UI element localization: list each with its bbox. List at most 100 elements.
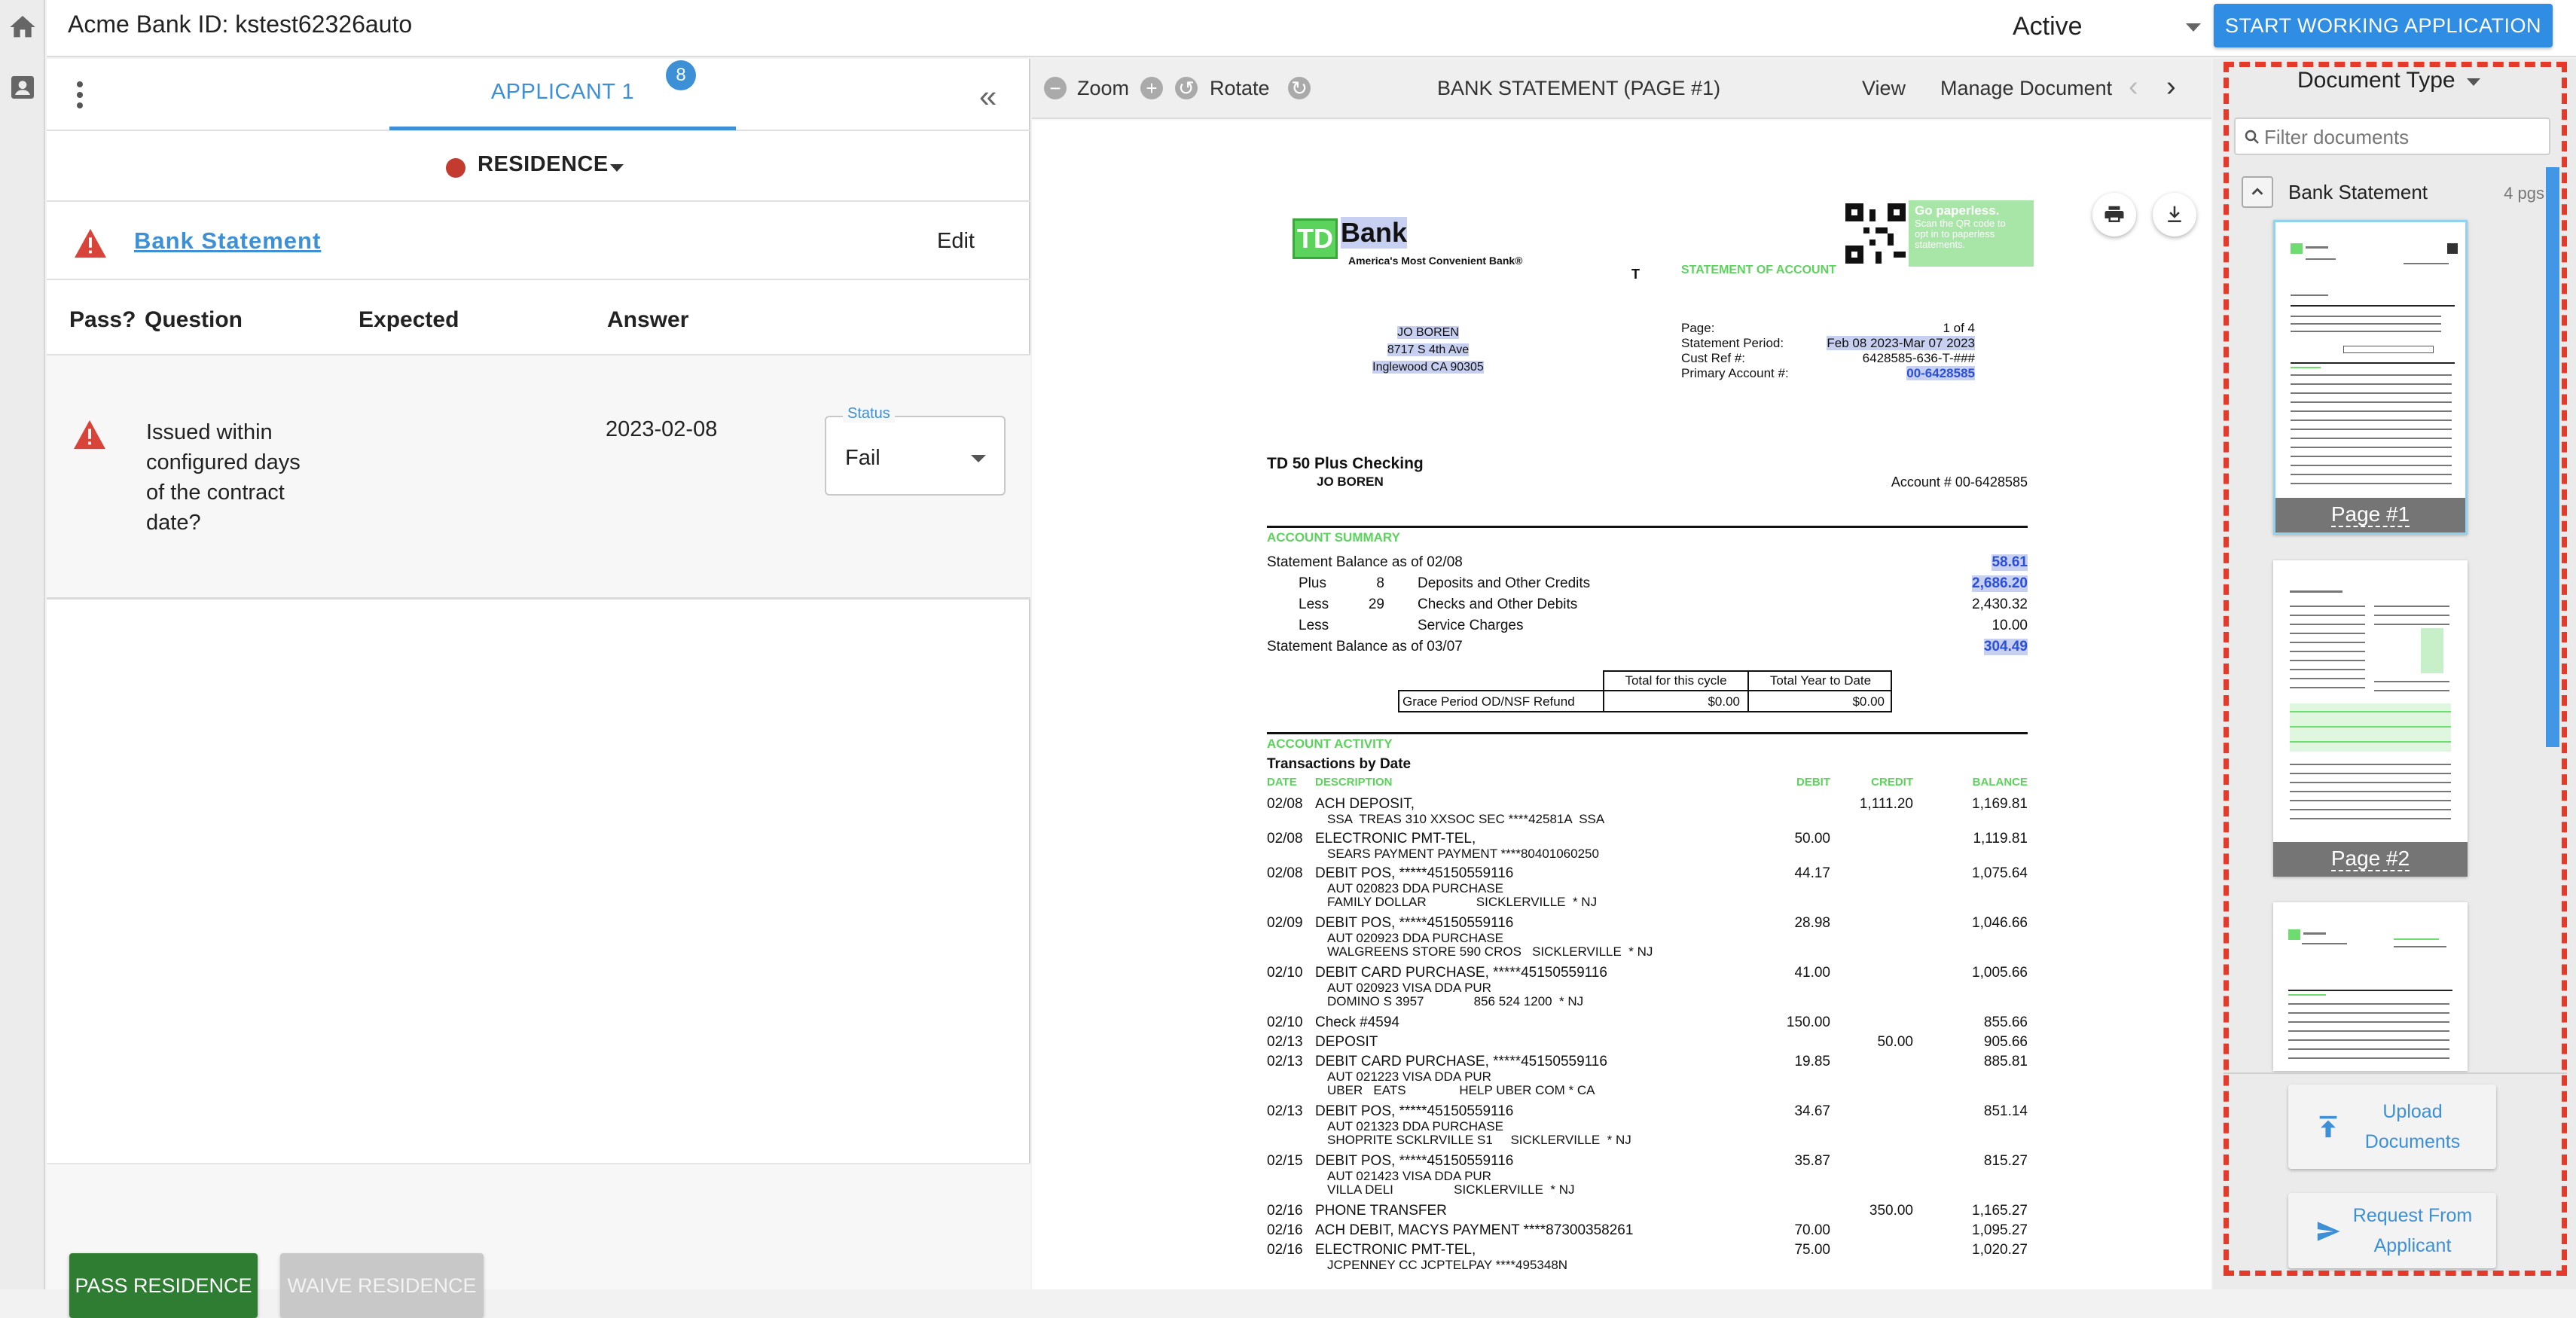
filter-documents-input[interactable] xyxy=(2263,124,2541,151)
question-text: Issued within configured days of the con… xyxy=(146,420,301,535)
document-type-select[interactable]: Document Type xyxy=(2297,68,2455,93)
zoom-in-icon[interactable]: + xyxy=(1140,77,1163,99)
transaction-date: 02/16 xyxy=(1267,1203,1303,1219)
transaction-description: DEBIT POS, *****45150559116 xyxy=(1315,915,1514,931)
transaction-date: 02/08 xyxy=(1267,865,1303,881)
zoom-out-icon[interactable]: − xyxy=(1044,77,1067,99)
next-page-icon[interactable]: › xyxy=(2166,71,2176,103)
rotate-left-icon[interactable]: ↺ xyxy=(1175,77,1198,99)
pass-residence-button[interactable]: PASS RESIDENCE xyxy=(69,1253,258,1318)
bank-statement-link[interactable]: Bank Statement xyxy=(134,227,321,255)
category-selector[interactable]: RESIDENCE xyxy=(47,131,1030,202)
grace-col-cycle: Total for this cycle xyxy=(1625,673,1727,688)
grace-cycle-value: $0.00 xyxy=(1708,694,1740,709)
filter-documents-field[interactable] xyxy=(2234,117,2550,155)
page-thumbnail-1[interactable]: Page #1 xyxy=(2273,220,2468,535)
home-icon[interactable] xyxy=(8,12,38,42)
previous-page-icon[interactable]: ‹ xyxy=(2129,71,2138,103)
summary-kind: Plus xyxy=(1299,575,1326,591)
transaction-detail: SSA TREAS 310 XXSOC SEC ****42581A SSA xyxy=(1327,812,1605,826)
chevron-up-icon[interactable] xyxy=(2242,176,2273,208)
meta-value: 00-6428585 xyxy=(1906,366,1975,380)
page-thumbnail-2[interactable]: Page #2 xyxy=(2273,560,2468,877)
summary-count: 29 xyxy=(1368,596,1384,612)
transaction-description: DEBIT POS, *****45150559116 xyxy=(1315,1153,1514,1169)
upload-documents-button[interactable]: Upload Documents xyxy=(2288,1085,2496,1169)
transaction-balance: 1,165.27 xyxy=(1972,1203,2028,1219)
page-thumbnail-3[interactable] xyxy=(2273,902,2468,1071)
transaction-balance: 1,119.81 xyxy=(1973,831,2028,847)
summary-row: Statement Balance as of 02/08 58.61 xyxy=(1267,554,2028,572)
transaction-detail: UBER EATS HELP UBER COM * CA xyxy=(1327,1083,1595,1097)
start-working-application-button[interactable]: START WORKING APPLICATION xyxy=(2214,4,2553,47)
question-table-header: Pass? Question Expected Answer xyxy=(47,280,1030,355)
transaction-debit: 70.00 xyxy=(1794,1222,1830,1238)
active-tab-indicator xyxy=(389,127,736,130)
summary-value: 58.61 xyxy=(1992,554,2028,571)
transaction-description: PHONE TRANSFER xyxy=(1315,1203,1447,1219)
grace-label: Grace Period OD/NSF Refund xyxy=(1402,694,1575,709)
transaction-debit: 34.67 xyxy=(1794,1103,1830,1119)
table-row: Issued within configured days of the con… xyxy=(47,355,1030,600)
page-label: Page #2 xyxy=(2330,847,2410,871)
action-bar: PASS RESIDENCE WAIVE RESIDENCE xyxy=(47,1163,1030,1318)
bank-name: Bank xyxy=(1341,217,1408,249)
transaction-description: ACH DEPOSIT, xyxy=(1315,796,1415,812)
bank-tagline: America's Most Convenient Bank® xyxy=(1348,255,1523,267)
warning-icon xyxy=(73,227,108,259)
application-title: Acme Bank ID: kstest62326auto xyxy=(68,11,413,38)
column-header-pass: Pass? xyxy=(69,307,136,332)
meta-label: Page: xyxy=(1681,321,1715,335)
meta-value: 1 of 4 xyxy=(1943,321,1975,335)
collapse-panel-icon[interactable]: « xyxy=(979,81,997,112)
more-options-icon[interactable] xyxy=(75,81,84,111)
edit-button[interactable]: Edit xyxy=(937,229,975,254)
transaction-debit: 50.00 xyxy=(1794,831,1830,847)
transaction-date: 02/16 xyxy=(1267,1222,1303,1238)
summary-label: Statement Balance as of 03/07 xyxy=(1267,639,1463,654)
warning-icon xyxy=(72,419,107,450)
manage-document-menu[interactable]: Manage Document xyxy=(1940,77,2112,100)
summary-label: Statement Balance as of 02/08 xyxy=(1267,554,1463,570)
transaction-credit: 1,111.20 xyxy=(1859,796,1913,812)
request-from-applicant-button[interactable]: Request From Applicant xyxy=(2288,1193,2496,1268)
upload-documents-label: Upload Documents xyxy=(2364,1101,2461,1152)
application-status-select[interactable]: Active xyxy=(2013,11,2208,45)
thumbnail-scrollbar[interactable] xyxy=(2546,167,2559,747)
stray-mark: T xyxy=(1631,267,1640,282)
answer-value: 2023-02-08 xyxy=(606,417,718,441)
page-thumbnail-caption: Page #2 xyxy=(2273,842,2468,877)
document-group-header[interactable]: Bank Statement 4 pgs xyxy=(2242,170,2544,215)
rotate-right-icon[interactable]: ↻ xyxy=(1288,77,1311,99)
document-viewer: − Zoom + ↺ Rotate ↻ BANK STATEMENT (PAGE… xyxy=(1032,59,2211,1289)
transaction-detail: JCPENNEY CC JCPTELPAY ****495348N xyxy=(1327,1258,1568,1272)
col-balance: BALANCE xyxy=(1972,776,2028,789)
summary-value: 2,430.32 xyxy=(1972,596,2028,612)
waive-residence-button[interactable]: WAIVE RESIDENCE xyxy=(280,1253,484,1318)
transaction-description: Check #4594 xyxy=(1315,1014,1399,1030)
transaction-description: ACH DEBIT, MACYS PAYMENT ****87300358261 xyxy=(1315,1222,1634,1238)
question-status-select[interactable]: Status Fail xyxy=(825,405,1006,496)
transaction-balance: 815.27 xyxy=(1983,1153,2028,1169)
summary-row: Statement Balance as of 03/07 304.49 xyxy=(1267,639,2028,657)
product-name: TD 50 Plus Checking xyxy=(1267,455,1424,472)
transaction-date: 02/08 xyxy=(1267,831,1303,847)
transactions-title: Transactions by Date xyxy=(1267,756,1412,772)
column-header-expected: Expected xyxy=(359,307,459,332)
meta-label: Cust Ref #: xyxy=(1681,351,1746,365)
transaction-balance: 1,075.64 xyxy=(1972,865,2028,881)
grace-col-ytd: Total Year to Date xyxy=(1769,673,1872,688)
transaction-description: DEBIT POS, *****45150559116 xyxy=(1315,1103,1514,1119)
transaction-debit: 19.85 xyxy=(1794,1054,1830,1069)
transaction-credit: 50.00 xyxy=(1877,1034,1913,1050)
col-credit: CREDIT xyxy=(1871,776,1913,789)
transaction-date: 02/13 xyxy=(1267,1054,1303,1069)
summary-row: Less 29 Checks and Other Debits 2,430.32 xyxy=(1267,596,2028,615)
contact-card-icon[interactable] xyxy=(8,72,38,102)
status-field-value: Fail xyxy=(845,446,881,470)
account-number: Account # 00-6428585 xyxy=(1891,474,2028,490)
document-row: Bank Statement Edit xyxy=(47,202,1030,280)
view-menu[interactable]: View xyxy=(1862,77,1906,100)
column-header-answer: Answer xyxy=(607,307,689,332)
transaction-balance: 885.81 xyxy=(1983,1054,2028,1069)
